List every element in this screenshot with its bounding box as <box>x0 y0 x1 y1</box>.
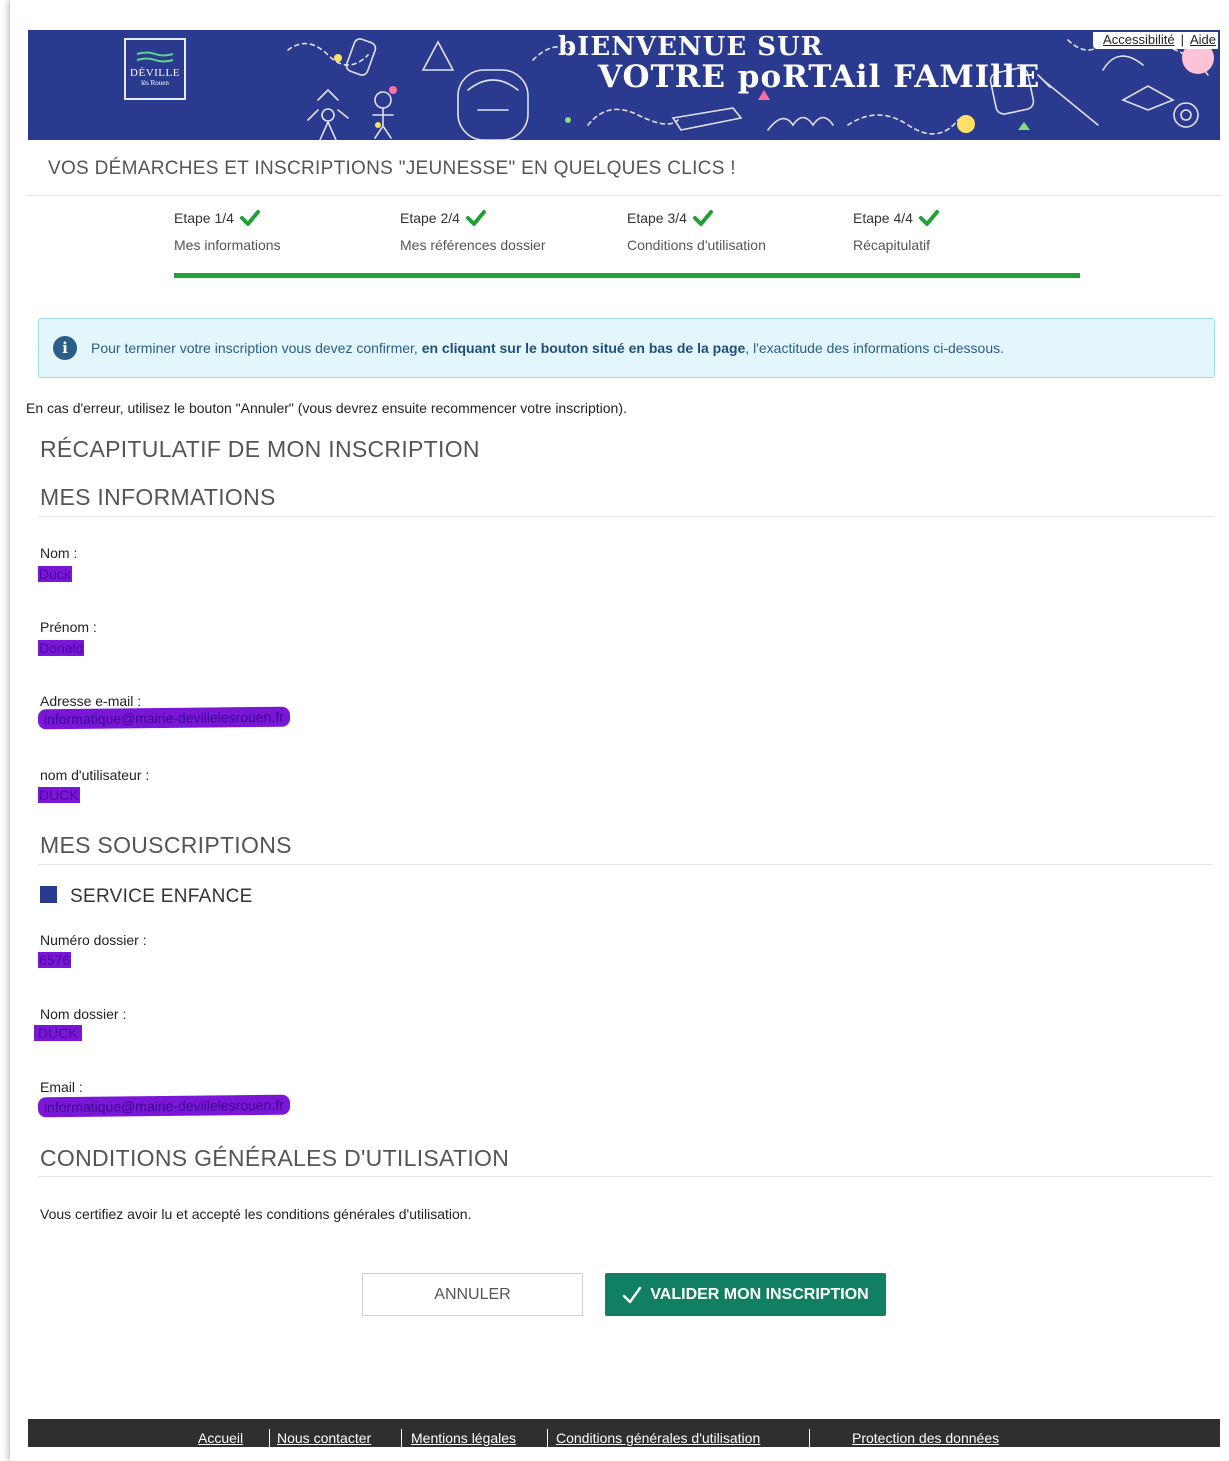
check-icon <box>623 1286 642 1303</box>
logo-line2: lès Rouen <box>141 79 169 87</box>
info-circle-icon: i <box>53 336 77 360</box>
sub-email-value-text: informatique@mairie-devillelesrouen.fr <box>37 1094 290 1118</box>
cancel-button-label: ANNULER <box>434 1285 511 1303</box>
step-4-title: Etape 4/4 <box>853 210 913 226</box>
footer-link-accueil[interactable]: Accueil <box>198 1430 243 1446</box>
banner-title: bIENVENUE SUR VOTRE poRTAil FAMIllE <box>548 34 1040 93</box>
step-1-title: Etape 1/4 <box>174 210 234 226</box>
check-icon <box>465 210 486 226</box>
username-label: nom d'utilisateur : <box>40 767 150 783</box>
username-value: DUCK <box>38 787 80 803</box>
progress-bar <box>174 273 1080 278</box>
info-text: Pour terminer votre inscription vous dev… <box>91 340 1004 356</box>
top-links-separator: | <box>1180 32 1184 47</box>
dossier-name-value: DUCK <box>34 1025 82 1041</box>
footer-separator <box>269 1429 270 1447</box>
footer-link-cgu[interactable]: Conditions générales d'utilisation <box>556 1430 760 1446</box>
section-divider <box>38 864 1213 865</box>
info-text-after: , l'exactitude des informations ci-desso… <box>745 340 1005 356</box>
page-subtitle: VOS DÉMARCHES ET INSCRIPTIONS "JEUNESSE"… <box>48 158 736 179</box>
check-icon <box>918 210 939 226</box>
sub-email-label: Email : <box>40 1079 83 1095</box>
nom-value: Duck <box>38 566 72 582</box>
email-label: Adresse e-mail : <box>40 693 142 709</box>
dossier-num-label: Numéro dossier : <box>40 932 147 948</box>
footer: Accueil Nous contacter Mentions légales … <box>28 1419 1220 1447</box>
dossier-num-value-text: 6576 <box>38 952 72 968</box>
step-2: Etape 2/4 Mes références dossier <box>400 210 546 253</box>
step-3: Etape 3/4 Conditions d'utilisation <box>627 210 766 253</box>
sub-email-value: informatique@mairie-devillelesrouen.fr <box>37 1094 290 1118</box>
info-text-before: Pour terminer votre inscription vous dev… <box>91 340 422 356</box>
check-icon <box>692 210 713 226</box>
help-link[interactable]: Aide <box>1190 32 1216 47</box>
footer-separator <box>401 1429 402 1447</box>
step-1-label: Mes informations <box>174 237 281 253</box>
recap-title: RÉCAPITULATIF DE MON INSCRIPTION <box>40 436 480 462</box>
subscriptions-heading: MES SOUSCRIPTIONS <box>40 832 292 858</box>
footer-link-privacy[interactable]: Protection des données <box>852 1430 999 1446</box>
username-value-text: DUCK <box>38 787 80 803</box>
banner-title-line1: bIENVENUE SUR <box>558 32 824 62</box>
section-divider <box>38 516 1213 517</box>
section-divider <box>38 1176 1213 1177</box>
service-name: SERVICE ENFANCE <box>70 886 253 907</box>
validate-button[interactable]: VALIDER MON INSCRIPTION <box>605 1273 886 1316</box>
dossier-num-value: 6576 <box>38 952 72 968</box>
email-value: informatique@mairie-devillelesrouen.fr <box>37 706 290 730</box>
accessibility-link[interactable]: Accessibilité <box>1103 32 1175 47</box>
logo-waves-icon <box>136 51 174 63</box>
prenom-label: Prénom : <box>40 619 97 635</box>
prenom-value: Donald <box>38 640 85 656</box>
step-2-label: Mes références dossier <box>400 237 546 253</box>
prenom-value-text: Donald <box>38 640 85 656</box>
cgu-text: Vous certifiez avoir lu et accepté les c… <box>40 1206 472 1222</box>
my-info-heading: MES INFORMATIONS <box>40 484 276 510</box>
header-banner: DÉVILLE lès Rouen bIENVENUE SUR VOTRE po… <box>28 30 1220 140</box>
divider <box>28 195 1220 196</box>
cancel-button[interactable]: ANNULER <box>362 1273 583 1316</box>
steps-progress: Etape 1/4 Mes informations Etape 2/4 Mes… <box>174 210 1080 280</box>
step-4-label: Récapitulatif <box>853 237 931 253</box>
step-2-title: Etape 2/4 <box>400 210 460 226</box>
nom-value-text: Duck <box>38 566 72 582</box>
logo-line1: DÉVILLE <box>130 67 180 79</box>
info-text-bold: en cliquant sur le bouton situé en bas d… <box>421 340 746 356</box>
footer-link-contact[interactable]: Nous contacter <box>277 1430 371 1446</box>
cgu-heading: CONDITIONS GÉNÉRALES D'UTILISATION <box>40 1145 510 1171</box>
footer-separator <box>547 1429 548 1447</box>
step-3-label: Conditions d'utilisation <box>627 237 766 253</box>
top-links: Accessibilité | Aide <box>1093 32 1218 49</box>
email-value-text: informatique@mairie-devillelesrouen.fr <box>37 706 290 730</box>
dossier-name-label: Nom dossier : <box>40 1006 127 1022</box>
check-icon <box>239 210 260 226</box>
banner-title-line2: VOTRE poRTAil FAMIllE <box>598 59 1041 95</box>
service-color-square <box>40 886 57 903</box>
nom-label: Nom : <box>40 545 78 561</box>
validate-button-label: VALIDER MON INSCRIPTION <box>650 1285 869 1303</box>
deville-logo[interactable]: DÉVILLE lès Rouen <box>124 38 186 100</box>
info-alert: i Pour terminer votre inscription vous d… <box>38 318 1215 378</box>
step-1: Etape 1/4 Mes informations <box>174 210 281 253</box>
step-3-title: Etape 3/4 <box>627 210 687 226</box>
footer-separator <box>809 1429 810 1447</box>
footer-link-mentions[interactable]: Mentions légales <box>411 1430 516 1446</box>
dossier-name-value-text: DUCK <box>34 1025 82 1041</box>
step-4: Etape 4/4 Récapitulatif <box>853 210 939 253</box>
error-note: En cas d'erreur, utilisez le bouton "Ann… <box>26 400 627 416</box>
